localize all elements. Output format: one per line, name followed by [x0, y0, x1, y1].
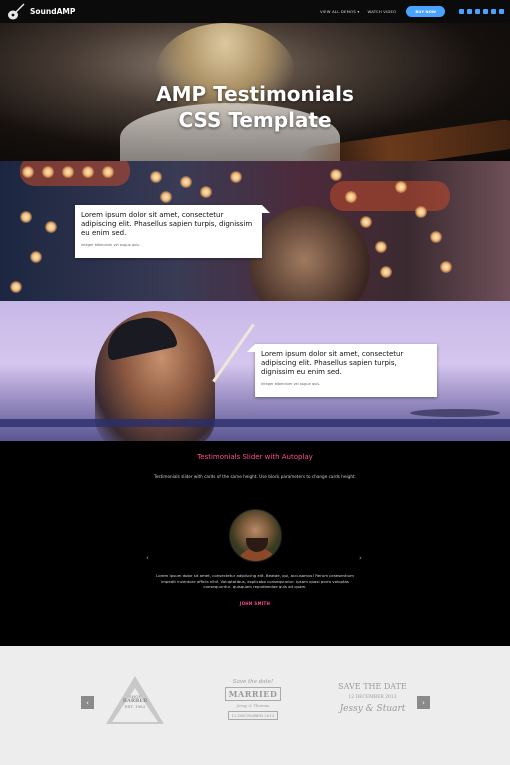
railing: [0, 419, 510, 427]
testimonial-text: Lorem ipsum dolor sit amet, consectetur …: [81, 211, 253, 237]
nav-link-watch-video[interactable]: WATCH VIDEO: [367, 9, 396, 14]
testimonial-text: Lorem ipsum dolor sit amet, consectetur …: [261, 350, 404, 376]
testimonials-slider: Testimonials Slider with Autoplay Testim…: [0, 441, 510, 645]
guitar-logo-icon[interactable]: [6, 2, 26, 22]
clients-next-button[interactable]: ›: [417, 696, 430, 709]
client-logo-married[interactable]: Save the date! MARRIED Jessy & Thomas 12…: [222, 679, 284, 731]
youtube-icon[interactable]: [499, 9, 504, 14]
slider-title: Testimonials Slider with Autoplay: [197, 453, 313, 461]
facebook-icon[interactable]: [467, 9, 472, 14]
social-icons: [459, 9, 504, 14]
cymbal: [410, 409, 500, 417]
hero-title-line1: AMP Testimonials: [156, 82, 354, 106]
testimonial-card-1: Lorem ipsum dolor sit amet, consectetur …: [75, 205, 270, 258]
client-logo-save-the-date[interactable]: SAVE THE DATE 12 DECEMBER 2013 Jessy & S…: [335, 682, 410, 732]
twitter-icon[interactable]: [475, 9, 480, 14]
linkedin-icon[interactable]: [491, 9, 496, 14]
slider-author: JOHN SMITH: [239, 601, 271, 606]
hero-title: AMP Testimonials CSS Template: [0, 81, 510, 133]
slider-prev-arrow-icon[interactable]: ‹: [146, 554, 149, 562]
barber-logo-text: SHOP BARBER EST. 1983: [104, 694, 166, 709]
married-line4: 12 DECEMBER 2013: [228, 711, 278, 720]
avatar: [229, 509, 282, 562]
slider-next-arrow-icon[interactable]: ›: [359, 554, 362, 562]
instagram-icon[interactable]: [459, 9, 464, 14]
navbar: SoundAMP VIEW ALL DEMOS ▾ WATCH VIDEO BU…: [0, 0, 510, 23]
hero-section: AMP Testimonials CSS Template: [0, 23, 510, 161]
testimonial-card-2: Lorem ipsum dolor sit amet, consectetur …: [247, 344, 437, 397]
buy-now-button[interactable]: BUY NOW: [406, 6, 445, 17]
clients-prev-button[interactable]: ‹: [81, 696, 94, 709]
slider-description: Testimonials slider with cards of the sa…: [154, 474, 356, 479]
testimonial-subtext: Integer bibendum vel augue quis.: [81, 243, 141, 247]
nav-link-demos[interactable]: VIEW ALL DEMOS ▾: [320, 9, 359, 14]
std-line2: 12 DECEMBER 2013: [348, 695, 397, 700]
married-line2: MARRIED: [225, 687, 281, 701]
client-logo-barber[interactable]: SHOP BARBER EST. 1983: [104, 676, 166, 726]
std-line1: SAVE THE DATE: [338, 682, 407, 691]
married-line3: Jessy & Thomas: [236, 703, 270, 708]
testimonial-subtext: Integer bibendum vel augue quis.: [261, 382, 321, 386]
barber-line3: EST. 1983: [124, 704, 146, 709]
married-line1: Save the date!: [232, 679, 274, 685]
brand-name[interactable]: SoundAMP: [30, 7, 75, 16]
google-plus-icon[interactable]: [483, 9, 488, 14]
hero-title-line2: CSS Template: [178, 108, 332, 132]
slider-quote: Lorem ipsum dolor sit amet, consectetur …: [156, 573, 354, 589]
nav-links: VIEW ALL DEMOS ▾ WATCH VIDEO BUY NOW: [320, 6, 504, 17]
std-line3: Jessy & Stuart: [339, 704, 406, 714]
clients-section: ‹ › SHOP BARBER EST. 1983 Save the date!…: [0, 646, 510, 765]
